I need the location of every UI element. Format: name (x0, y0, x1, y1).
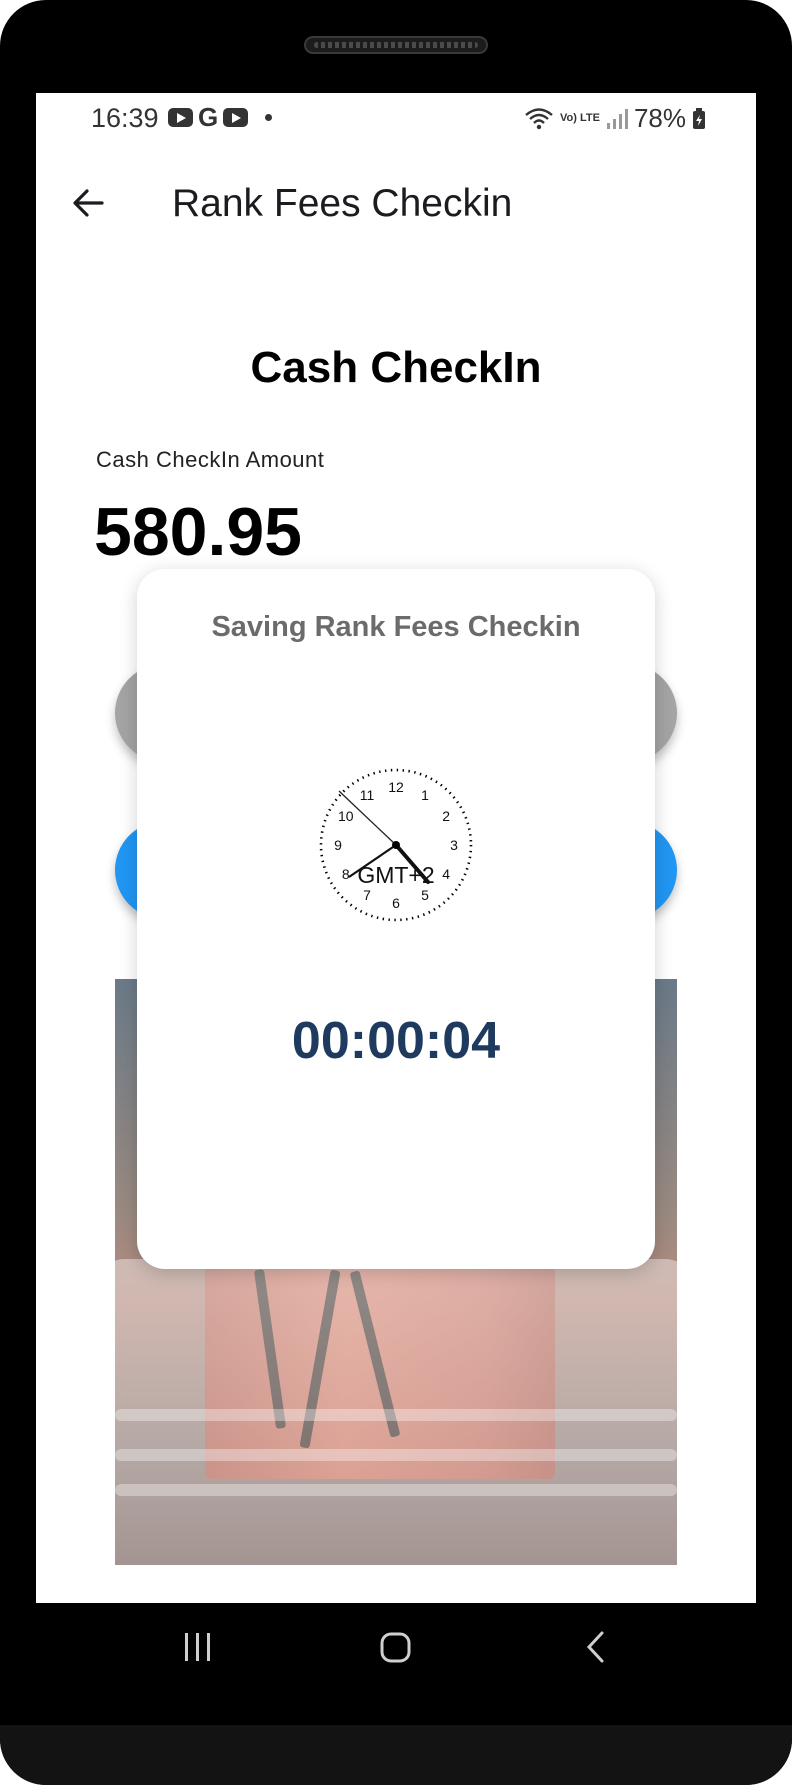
screen: 16:39 G Vo) LTE 78% Rank Fees Checkin Ca… (36, 93, 756, 1603)
clock-numeral: 11 (360, 787, 375, 803)
clock-numeral: 12 (388, 779, 404, 795)
home-icon[interactable] (379, 1629, 413, 1665)
clock-numeral: 4 (442, 866, 450, 882)
speaker-grille (304, 36, 488, 54)
clock-numeral: 3 (450, 837, 458, 853)
dialog-title: Saving Rank Fees Checkin (211, 611, 581, 643)
clock-numeral: 6 (392, 895, 400, 911)
youtube-icon (168, 107, 193, 127)
dot-icon (265, 113, 273, 121)
battery-icon (693, 107, 705, 129)
clock-numeral: 1 (421, 787, 429, 803)
status-bar: 16:39 G Vo) LTE 78% (36, 93, 756, 143)
battery-percent: 78% (633, 103, 686, 133)
clock-numeral: 7 (363, 887, 371, 903)
elapsed-timer: 00:00:04 (291, 1012, 501, 1070)
photo-jar-ring (115, 1449, 677, 1461)
navigation-bar (36, 1603, 756, 1695)
clock-numeral: 5 (421, 887, 429, 903)
arrow-left-icon[interactable] (68, 183, 108, 223)
google-icon: G (198, 102, 219, 132)
recents-icon[interactable] (182, 1629, 214, 1665)
analog-clock-icon: 12 1234567891011 GMT+2 (319, 768, 473, 922)
signal-icon (606, 108, 628, 129)
photo-jar-ring (115, 1484, 677, 1496)
saving-dialog: Saving Rank Fees Checkin 12 1 2 3 4 5 6 7 8 9 10 11… (137, 569, 655, 1269)
photo-jar-ring (115, 1409, 677, 1421)
clock-timezone: GMT+2 (357, 862, 434, 888)
clock-numeral: 9 (334, 837, 342, 853)
clock-center (392, 841, 400, 849)
wifi-icon (525, 107, 553, 129)
phone-frame: 16:39 G Vo) LTE 78% Rank Fees Checkin Ca… (0, 0, 792, 1785)
network-label: Vo) LTE (560, 112, 600, 124)
clock-numeral: 10 (338, 808, 354, 824)
status-time: 16:39 (91, 103, 159, 133)
amount-label: Cash CheckIn Amount (96, 447, 325, 472)
page-heading: Cash CheckIn (250, 343, 542, 392)
app-title: Rank Fees Checkin (172, 182, 513, 225)
youtube-icon (223, 107, 249, 127)
status-system-icons: Vo) LTE 78% (524, 103, 706, 134)
clock-numeral: 8 (342, 866, 350, 882)
phone-chin (0, 1725, 792, 1785)
status-notification-icons: G (168, 102, 273, 132)
amount-value: 580.95 (94, 494, 302, 570)
clock-numeral: 2 (442, 808, 450, 824)
app-bar: Rank Fees Checkin (36, 143, 756, 273)
back-icon[interactable] (584, 1629, 608, 1665)
volte-icon: Vo) LTE (560, 113, 600, 124)
